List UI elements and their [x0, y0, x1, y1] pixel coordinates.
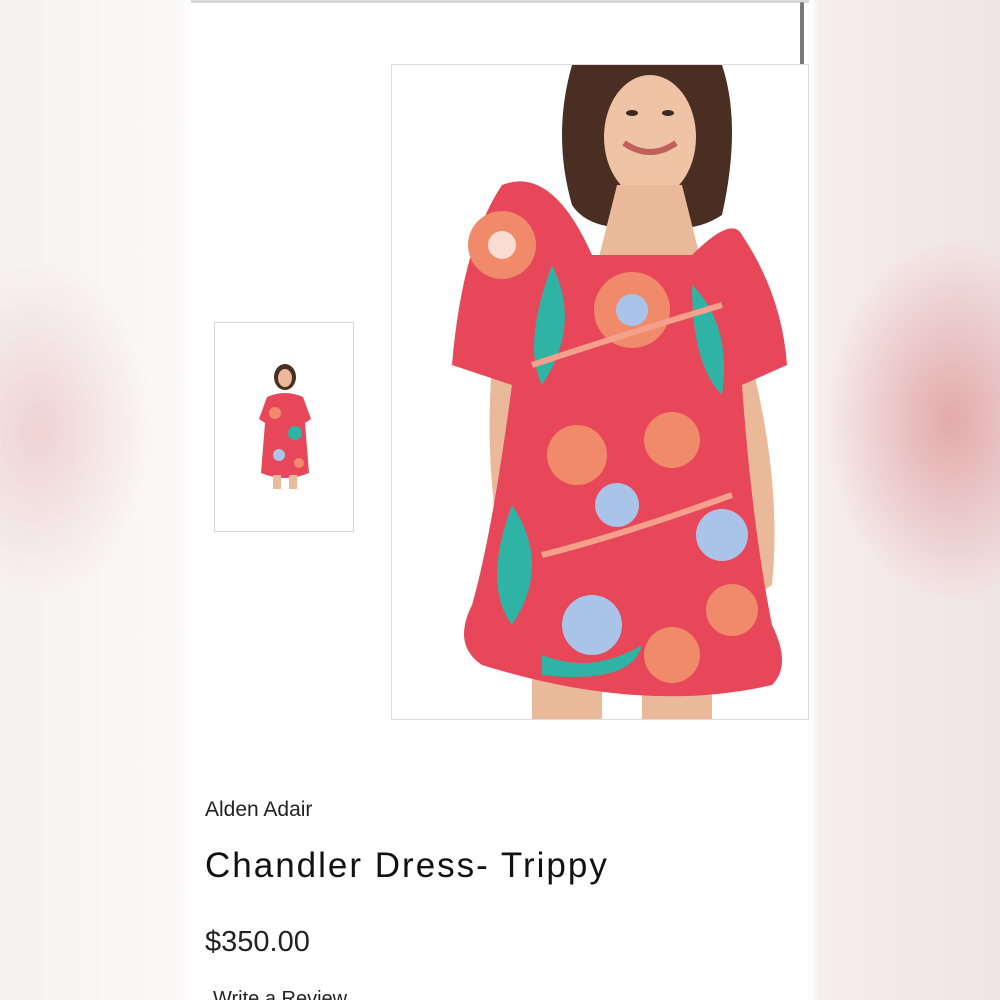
product-price: $350.00 — [205, 926, 310, 958]
thumbnail-image — [239, 363, 331, 493]
top-divider — [191, 0, 809, 3]
product-title: Chandler Dress- Trippy — [205, 846, 609, 885]
main-product-image[interactable] — [391, 64, 809, 720]
write-review-link[interactable]: Write a Review — [213, 988, 347, 1000]
dress-photo — [392, 65, 808, 719]
product-page: Alden Adair Chandler Dress- Trippy $350.… — [191, 0, 809, 1000]
gallery-thumbnail[interactable] — [214, 322, 354, 532]
product-brand[interactable]: Alden Adair — [205, 798, 312, 822]
